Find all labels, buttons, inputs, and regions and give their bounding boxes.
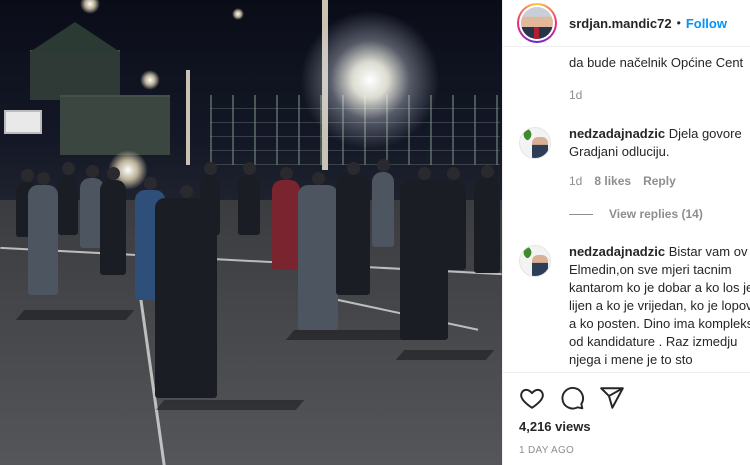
comment-author[interactable]: nedzadajnadzic xyxy=(569,126,665,141)
person-shadow xyxy=(285,330,415,340)
floodlight-glow xyxy=(300,10,440,150)
post-sidebar: srdjan.mandic72 • Follow da bude načelni… xyxy=(502,0,750,465)
person-shadow xyxy=(395,350,495,360)
comment-body: Bistar vam ov Elmedin,on sve mjeri tacni… xyxy=(569,244,750,367)
avatar-image xyxy=(521,7,553,39)
action-icons xyxy=(519,385,625,411)
background-building xyxy=(30,50,120,100)
commenter-avatar[interactable] xyxy=(519,127,551,159)
share-icon[interactable] xyxy=(599,385,625,411)
caption-timestamp[interactable]: 1d xyxy=(569,88,582,102)
heart-icon[interactable] xyxy=(519,385,545,411)
avatar-figure xyxy=(532,137,548,158)
comment-author[interactable]: nedzadajnadzic xyxy=(569,244,665,259)
person xyxy=(440,167,466,270)
comment-likes[interactable]: 8 likes xyxy=(594,174,631,188)
reply-button[interactable]: Reply xyxy=(643,174,676,188)
person-shadow xyxy=(155,400,305,410)
author-username[interactable]: srdjan.mandic72 xyxy=(569,16,672,31)
street-lamp xyxy=(80,0,100,14)
street-lamp xyxy=(232,8,244,20)
follow-button[interactable]: Follow xyxy=(686,16,727,31)
replies-line xyxy=(569,213,593,215)
person xyxy=(200,162,220,235)
commenter-avatar[interactable] xyxy=(519,245,551,277)
person xyxy=(298,172,338,330)
caption-text: da bude načelnik Općine Cent xyxy=(569,55,744,70)
avatar-border xyxy=(519,5,555,41)
view-count[interactable]: 4,216 views xyxy=(519,419,591,434)
comment-text: nedzadajnadzic Djela govore Gradjani odl… xyxy=(569,125,750,161)
comment-timestamp[interactable]: 1d xyxy=(569,174,582,188)
comment-text: nedzadajnadzic Bistar vam ov Elmedin,on … xyxy=(569,243,750,369)
person xyxy=(336,162,370,295)
post-date[interactable]: 1 DAY AGO xyxy=(519,445,574,456)
person xyxy=(58,162,78,235)
street-lamp xyxy=(140,70,160,90)
comment-icon[interactable] xyxy=(559,385,585,411)
comment-meta: 1d 8 likes Reply xyxy=(569,174,676,188)
comment-item: nedzadajnadzic Bistar vam ov Elmedin,on … xyxy=(519,243,750,372)
background-roof xyxy=(30,22,120,52)
person xyxy=(474,165,500,273)
person xyxy=(372,159,394,247)
post-header: srdjan.mandic72 • Follow xyxy=(503,0,750,47)
author-avatar[interactable] xyxy=(517,3,557,43)
caption-time: 1d xyxy=(569,88,582,102)
view-replies-button[interactable]: View replies (14) xyxy=(569,207,703,221)
separator-dot: • xyxy=(676,16,681,30)
person xyxy=(272,167,300,270)
background-building xyxy=(60,95,170,155)
comments-list[interactable]: da bude načelnik Općine Cent 1d nedzadaj… xyxy=(503,47,750,372)
person xyxy=(238,162,260,235)
person-shadow xyxy=(15,310,135,320)
person xyxy=(100,167,126,275)
light-pole xyxy=(186,70,190,165)
post-actions: 4,216 views 1 DAY AGO xyxy=(503,372,750,465)
avatar-figure xyxy=(532,255,548,276)
basketball-backboard xyxy=(4,110,42,134)
view-replies-label: View replies (14) xyxy=(609,207,703,221)
post-media[interactable] xyxy=(0,0,502,465)
person xyxy=(28,172,58,295)
